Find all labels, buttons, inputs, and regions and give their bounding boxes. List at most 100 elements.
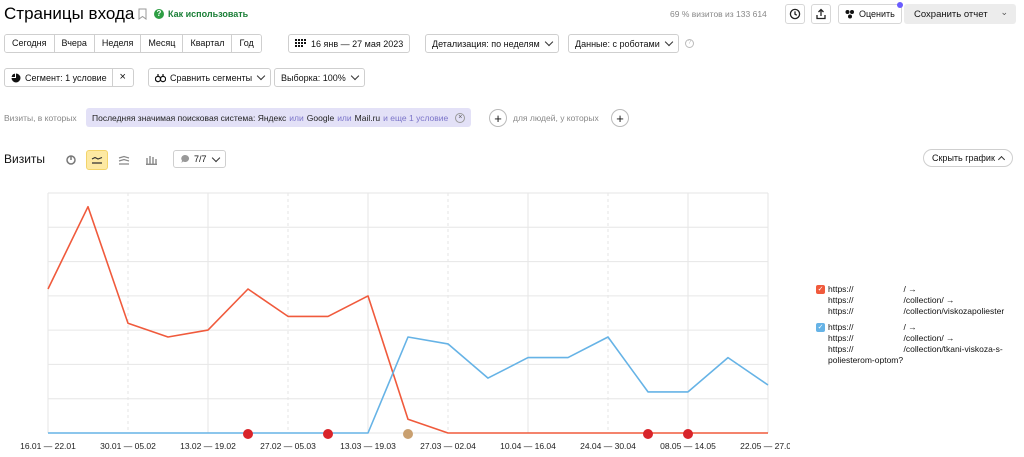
rate-button[interactable]: Оценить [838, 2, 903, 24]
annotation-marker-icon [243, 429, 253, 439]
add-visit-condition-button[interactable]: + [489, 109, 507, 127]
legend-line: https:// /collection/ → [828, 295, 1004, 306]
area-chart-icon [118, 155, 130, 165]
chevron-down-icon [544, 37, 553, 47]
plus-icon: + [616, 110, 624, 126]
legend-url-part: /collection/ → [903, 295, 955, 305]
period-today[interactable]: Сегодня [5, 35, 55, 52]
legend-line: poliesterom-optom? [828, 355, 1003, 366]
export-button[interactable] [811, 4, 831, 24]
remove-filter-icon[interactable]: × [455, 112, 466, 123]
chevron-down-icon [211, 153, 220, 162]
x-tick-label: 13.02 — 19.02 [180, 441, 236, 451]
add-people-condition-button[interactable]: + [611, 109, 629, 127]
legend-line: https:// / → [828, 284, 1004, 295]
chevron-down-icon [350, 71, 360, 81]
x-tick-label: 27.02 — 05.03 [260, 441, 316, 451]
legend-url-part: https:// [828, 295, 854, 305]
legend-item-1[interactable]: ✓ https:// / → https:// /collection/ → htt… [816, 284, 1004, 317]
how-to-use-label: Как использовать [168, 9, 249, 19]
sample-label: Выборка: 100% [281, 72, 346, 83]
share-icon [816, 8, 826, 20]
checkbox-icon[interactable]: ✓ [816, 285, 825, 294]
filter-prefix: Визиты, в которых [4, 113, 77, 123]
hide-chart-label: Скрыть график [932, 153, 995, 163]
save-report-label: Сохранить отчет [914, 8, 988, 20]
sample-dropdown[interactable]: Выборка: 100% [274, 68, 365, 87]
filter-chip[interactable]: Последняя значимая поисковая система: Ян… [86, 108, 472, 127]
annotation-marker-icon [643, 429, 653, 439]
x-tick-label: 08.05 — 14.05 [660, 441, 716, 451]
legend-url-part: https:// [828, 322, 854, 332]
legend-url-part: https:// [828, 306, 854, 316]
annotation-marker-icon [683, 429, 693, 439]
annotation-marker-icon [403, 429, 413, 439]
chart-type-bar[interactable] [140, 150, 162, 170]
chart-title: Визиты [4, 152, 46, 166]
filter-chip-more: и еще 1 условие [383, 112, 449, 123]
help-icon: ? [154, 9, 164, 19]
compare-segments-button[interactable]: Сравнить сегменты [148, 68, 272, 87]
history-button[interactable] [785, 4, 805, 24]
close-icon[interactable]: × [111, 69, 133, 86]
how-to-use-link[interactable]: ? Как использовать [154, 9, 248, 19]
period-month[interactable]: Месяц [141, 35, 184, 52]
compare-icon [155, 73, 166, 82]
legend-line: https:// /collection/viskozapoliester [828, 306, 1004, 317]
x-tick-label: 16.01 — 22.01 [20, 441, 76, 451]
chart-type-area[interactable] [113, 150, 135, 170]
plus-icon: + [494, 110, 502, 126]
date-range-label: 16 янв — 27 мая 2023 [311, 38, 404, 49]
legend-url-part: poliesterom-optom? [828, 355, 904, 365]
chart-type-line[interactable] [86, 150, 108, 170]
bookmark-icon[interactable] [138, 8, 147, 20]
pie-icon [11, 73, 21, 82]
legend-url-part: https:// [828, 333, 854, 343]
period-yesterday[interactable]: Вчера [54, 35, 95, 52]
legend-url-part: /collection/tkani-viskoza-s- [903, 344, 1003, 354]
x-tick-label: 22.05 — 27.05 [740, 441, 790, 451]
legend-url-part: / → [903, 284, 917, 294]
x-tick-label: 13.03 — 19.03 [340, 441, 396, 451]
chevron-down-icon[interactable]: ⌄ [1000, 7, 1008, 18]
series-count: 7/7 [194, 154, 207, 164]
checkbox-icon[interactable]: ✓ [816, 323, 825, 332]
series-count-dropdown[interactable]: 7/7 [173, 150, 226, 168]
segment-button[interactable]: Сегмент: 1 условие × [4, 68, 134, 87]
clock-icon [789, 8, 801, 20]
period-week[interactable]: Неделя [94, 35, 142, 52]
chart-type-pie[interactable] [60, 150, 82, 170]
date-range-button[interactable]: 16 янв — 27 мая 2023 [288, 34, 411, 53]
visits-stat: 69 % визитов из 133 614 [670, 9, 767, 19]
legend-url-part: https:// [828, 344, 854, 354]
line-chart-icon [91, 156, 103, 164]
filter-chip-or: или [337, 112, 352, 123]
detail-dropdown[interactable]: Детализация: по неделям [425, 34, 559, 53]
info-icon[interactable]: ? [685, 39, 694, 48]
filter-chip-google: Google [306, 112, 335, 123]
legend-line: https:// / → [828, 322, 1003, 333]
period-year[interactable]: Год [232, 35, 261, 52]
chart-grid [47, 192, 769, 434]
chevron-down-icon [664, 37, 673, 47]
pie-chart-icon [66, 155, 76, 165]
period-selector: Сегодня Вчера Неделя Месяц Квартал Год [4, 34, 262, 53]
chevron-down-icon [256, 71, 266, 81]
rate-label: Оценить [859, 9, 895, 19]
bar-chart-icon [146, 156, 157, 165]
comment-icon [181, 154, 190, 163]
period-quarter[interactable]: Квартал [183, 35, 233, 52]
hide-chart-button[interactable]: Скрыть график [923, 149, 1013, 167]
visits-chart: 16.01 — 22.01 30.01 — 05.02 13.02 — 19.02 2… [20, 192, 790, 451]
save-report-button[interactable]: Сохранить отчет ⌄ [904, 4, 1016, 24]
filter-chip-main: Последняя значимая поисковая система: Ян… [92, 112, 287, 123]
data-dropdown[interactable]: Данные: с роботами [568, 34, 679, 53]
filter-chip-or: или [289, 112, 304, 123]
calendar-icon [295, 38, 306, 47]
x-tick-label: 24.04 — 30.04 [580, 441, 636, 451]
legend-item-2[interactable]: ✓ https:// / → https:// /collection/ → htt… [816, 322, 1003, 366]
legend-line: https:// /collection/ → [828, 333, 1003, 344]
x-tick-label: 10.04 — 16.04 [500, 441, 556, 451]
legend-url-part: https:// [828, 284, 854, 294]
chart-annotations [243, 429, 693, 439]
